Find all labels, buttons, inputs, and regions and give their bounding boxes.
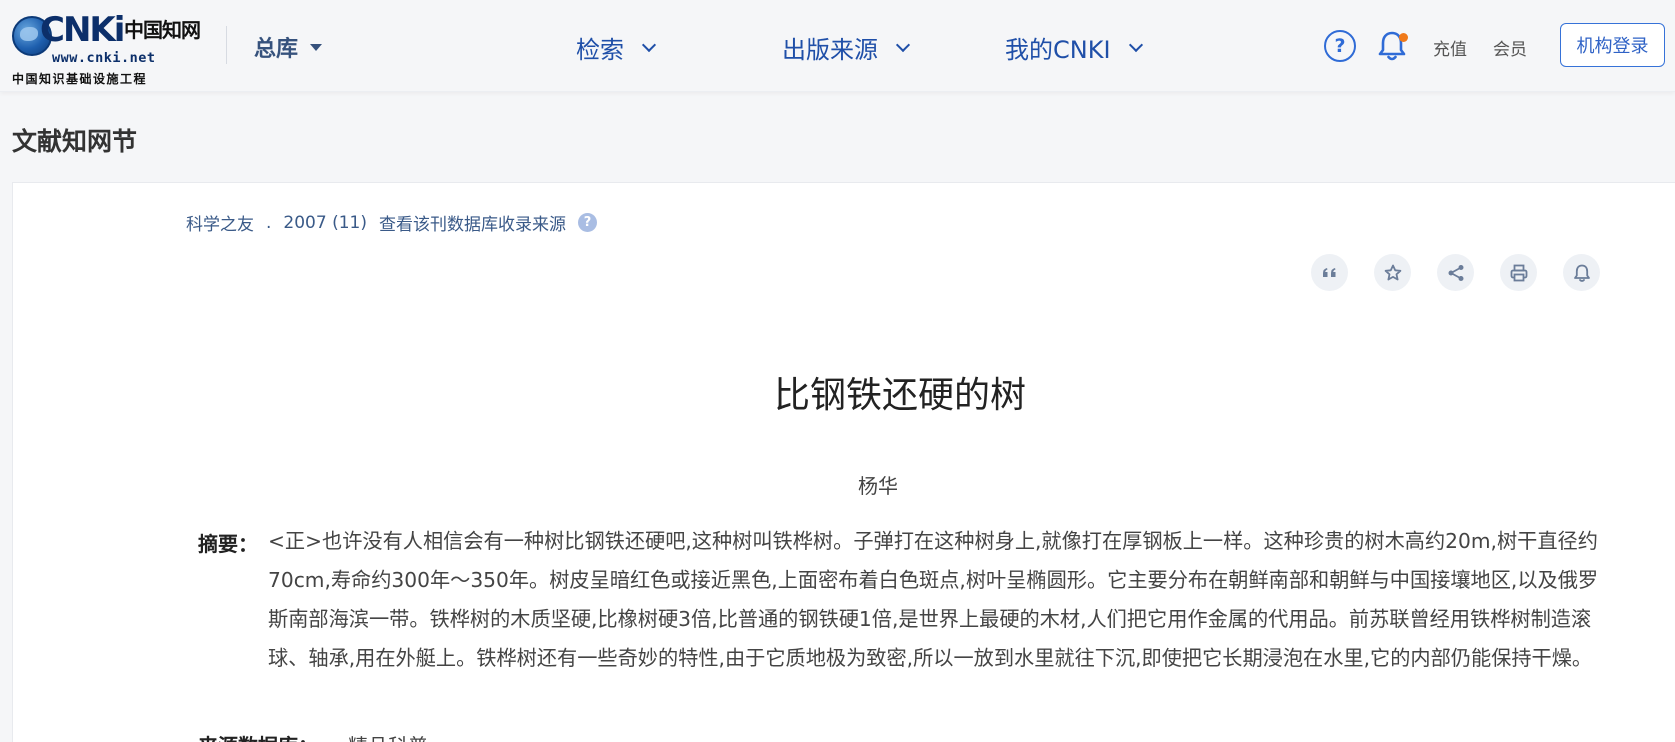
page-title: 文献知网节 (12, 127, 138, 156)
library-selector-label: 总库 (254, 37, 299, 62)
author-link[interactable]: 杨华 (858, 470, 898, 499)
nav-publication-source[interactable]: 出版来源 (782, 30, 911, 65)
top-header: CNKi 中国知网 www.cnki.net 中国知识基础设施工程 总库 检索 … (0, 0, 1675, 92)
print-icon (1510, 264, 1527, 281)
notification-bell-icon[interactable] (1376, 29, 1408, 63)
abstract-text: <正>也许没有人相信会有一种树比钢铁还硬吧,这种树叫铁桦树。子弹打在这种树身上,… (268, 529, 1599, 670)
recharge-link[interactable]: 充值 (1433, 35, 1467, 60)
nav-my-cnki[interactable]: 我的CNKI (1005, 30, 1143, 65)
nav-search-label: 检索 (576, 36, 624, 64)
library-selector[interactable]: 总库 (254, 31, 323, 63)
journal-link[interactable]: 科学之友 (186, 210, 254, 235)
institution-login-button[interactable]: 机构登录 (1560, 23, 1665, 67)
chevron-down-icon (895, 37, 911, 52)
bell-icon (1573, 264, 1590, 282)
header-divider (226, 26, 227, 64)
favorite-button[interactable] (1374, 254, 1411, 291)
print-button[interactable] (1500, 254, 1537, 291)
nav-my-cnki-label: 我的CNKI (1005, 36, 1111, 64)
issue-link[interactable]: 2007 (11) (283, 213, 367, 233)
quote-icon (1322, 267, 1335, 277)
share-button[interactable] (1437, 254, 1474, 291)
nav-publication-source-label: 出版来源 (782, 36, 878, 64)
question-icon[interactable]: ? (577, 213, 597, 232)
star-icon (1384, 264, 1401, 280)
share-icon (1448, 264, 1463, 281)
cite-button[interactable] (1311, 254, 1348, 291)
logo-brand-cn: 中国知网 (124, 18, 201, 42)
source-line: 科学之友 . 2007 (11) 查看该刊数据库收录来源 ? (186, 210, 597, 235)
article-title: 比钢铁还硬的树 (773, 375, 1026, 416)
nav-search[interactable]: 检索 (576, 30, 657, 65)
source-database-label: 来源数据库： (198, 734, 318, 742)
source-database-value[interactable]: 精品科普 (348, 734, 428, 742)
notification-dot (1399, 33, 1408, 42)
logo-url: www.cnki.net (52, 50, 156, 66)
chevron-down-icon (1128, 37, 1143, 52)
source-database: 来源数据库： 精品科普 (198, 730, 428, 742)
cnki-logo[interactable]: CNKi 中国知网 www.cnki.net 中国知识基础设施工程 (12, 10, 202, 86)
caret-down-icon (310, 43, 323, 51)
logo-brand: CNKi (40, 10, 125, 50)
chevron-down-icon (641, 37, 657, 52)
help-icon[interactable]: ? (1324, 30, 1356, 62)
member-link[interactable]: 会员 (1493, 35, 1527, 60)
database-source-link[interactable]: 查看该刊数据库收录来源 (379, 210, 566, 235)
source-separator: . (266, 212, 272, 233)
abstract-label: 摘要： (198, 532, 258, 556)
alert-button[interactable] (1563, 254, 1600, 291)
logo-subtitle: 中国知识基础设施工程 (12, 72, 148, 86)
